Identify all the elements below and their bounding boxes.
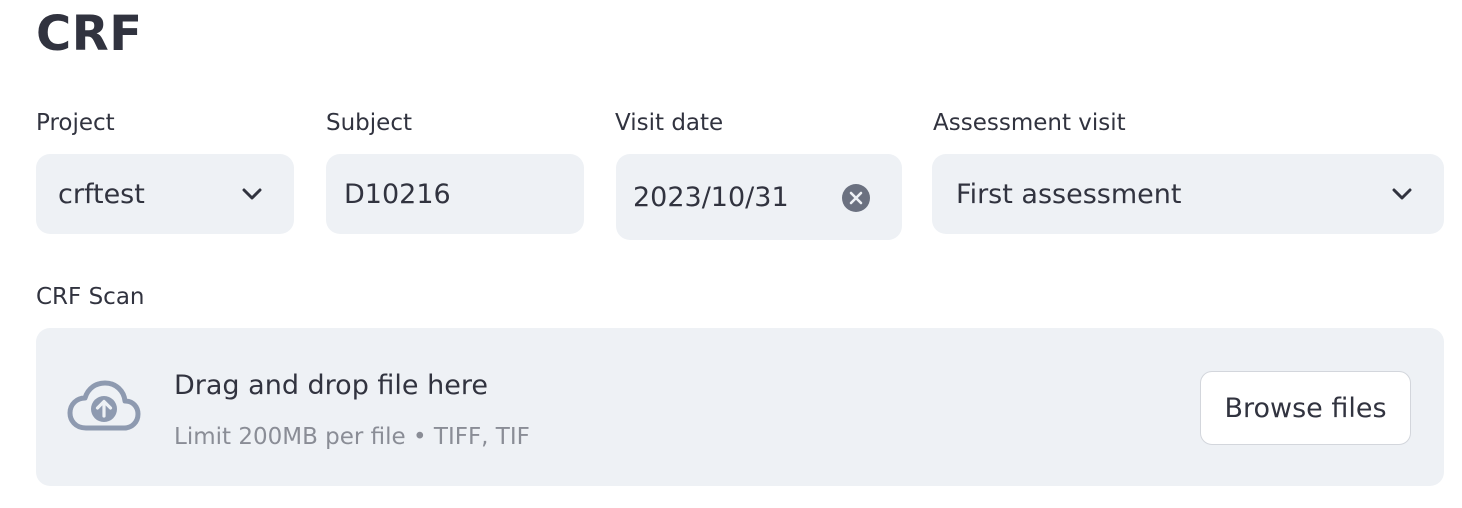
assessment-visit-select[interactable]: First assessment (932, 154, 1444, 234)
dropzone-instructions: Drag and drop file here (174, 370, 488, 401)
crf-scan-label: CRF Scan (36, 284, 145, 310)
project-select-value: crftest (58, 178, 145, 210)
project-label: Project (36, 110, 115, 136)
subject-label: Subject (326, 110, 412, 136)
visit-date-input[interactable]: 2023/10/31 (616, 154, 902, 240)
visit-date-value: 2023/10/31 (633, 181, 789, 213)
visit-date-label: Visit date (615, 110, 724, 136)
chevron-down-icon (1390, 182, 1414, 206)
page-title: CRF (36, 6, 143, 62)
file-dropzone[interactable]: Drag and drop file here Limit 200MB per … (36, 328, 1444, 486)
assessment-visit-value: First assessment (956, 178, 1182, 210)
subject-input[interactable]: D10216 (326, 154, 584, 234)
crf-page: CRF Project crftest Subject D10216 Visit… (0, 0, 1462, 508)
project-select[interactable]: crftest (36, 154, 294, 234)
clear-icon[interactable] (840, 182, 872, 214)
browse-files-button[interactable]: Browse files (1200, 371, 1411, 445)
assessment-visit-label: Assessment visit (933, 110, 1126, 136)
dropzone-limit-text: Limit 200MB per file • TIFF, TIF (174, 424, 530, 450)
cloud-upload-icon (66, 378, 142, 438)
subject-input-value: D10216 (344, 178, 451, 210)
chevron-down-icon (240, 182, 264, 206)
